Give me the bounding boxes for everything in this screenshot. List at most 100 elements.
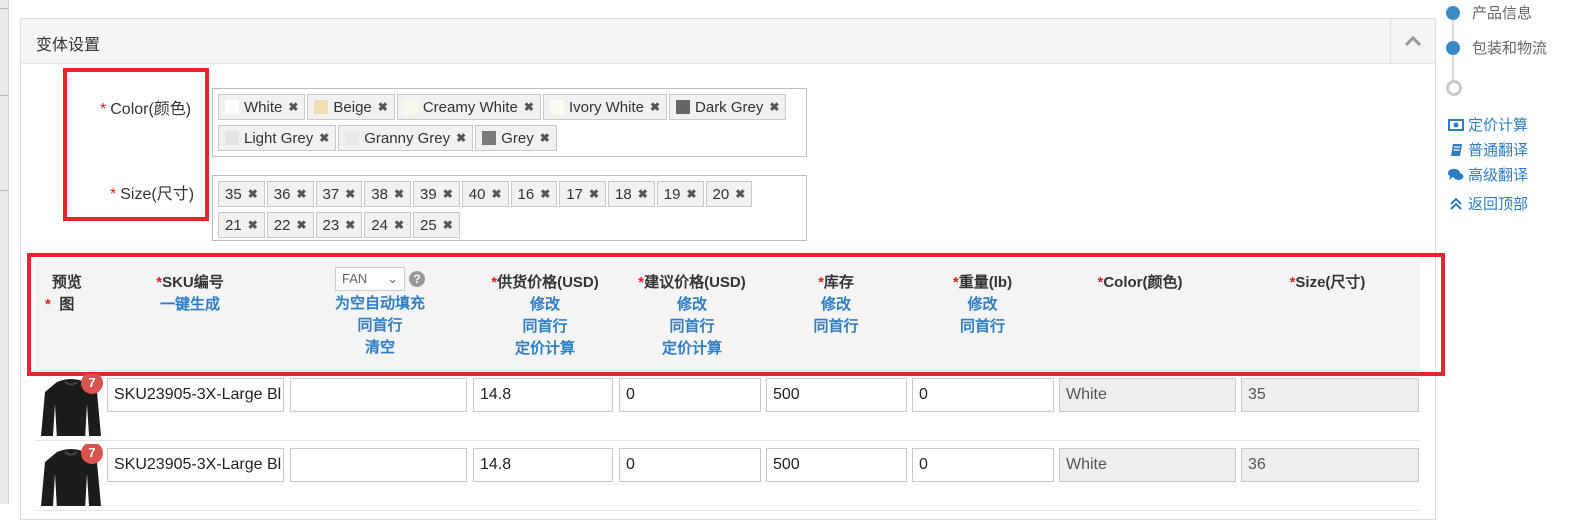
color-tag[interactable]: Grey ✖ bbox=[475, 125, 557, 151]
remove-icon[interactable]: ✖ bbox=[589, 187, 599, 201]
remove-icon[interactable]: ✖ bbox=[394, 218, 404, 232]
fan-input[interactable] bbox=[290, 378, 467, 412]
weight-input[interactable]: 0 bbox=[912, 378, 1054, 412]
size-tag[interactable]: 37 ✖ bbox=[315, 181, 363, 207]
size-tag-label: 36 bbox=[273, 185, 291, 203]
remove-icon[interactable]: ✖ bbox=[296, 218, 306, 232]
remove-icon[interactable]: ✖ bbox=[296, 187, 306, 201]
color-swatch bbox=[345, 131, 360, 145]
stock-input[interactable]: 500 bbox=[766, 448, 907, 482]
remove-icon[interactable]: ✖ bbox=[319, 131, 329, 145]
color-tag-label: Grey bbox=[501, 129, 534, 147]
stock-input[interactable]: 500 bbox=[766, 378, 907, 412]
remove-icon[interactable]: ✖ bbox=[524, 100, 534, 114]
size-tag[interactable]: 19 ✖ bbox=[656, 181, 704, 207]
size-tag[interactable]: 16 ✖ bbox=[510, 181, 558, 207]
panel-title: 变体设置 bbox=[36, 37, 101, 54]
fan-input[interactable] bbox=[290, 448, 467, 482]
size-tag[interactable]: 18 ✖ bbox=[608, 181, 655, 207]
color-readonly: White bbox=[1059, 448, 1236, 482]
pricing-calc-link[interactable]: 定价计算 bbox=[1448, 114, 1528, 135]
color-tag-label: White bbox=[244, 98, 283, 116]
weight-input[interactable]: 0 bbox=[912, 448, 1054, 482]
color-swatch bbox=[225, 131, 239, 145]
money-icon bbox=[1448, 118, 1464, 131]
sku-input[interactable]: SKU23905-3X-Large Bl bbox=[107, 378, 284, 412]
size-tag[interactable]: 40 ✖ bbox=[461, 181, 509, 207]
size-tag-label: 17 bbox=[566, 185, 583, 203]
size-tag-label: 21 bbox=[225, 216, 242, 234]
size-tag-label: 20 bbox=[712, 185, 730, 203]
size-tag[interactable]: 17 ✖ bbox=[559, 181, 606, 207]
size-tag[interactable]: 35 ✖ bbox=[218, 181, 265, 207]
normal-translate-link[interactable]: 普通翻译 bbox=[1448, 139, 1528, 160]
supply-price-input[interactable]: 14.8 bbox=[473, 378, 613, 412]
size-tag[interactable]: 24 ✖ bbox=[364, 212, 411, 238]
remove-icon[interactable]: ✖ bbox=[288, 100, 298, 114]
remove-icon[interactable]: ✖ bbox=[540, 131, 550, 145]
size-tag[interactable]: 39 ✖ bbox=[413, 181, 460, 207]
size-tag-label: 38 bbox=[371, 185, 388, 203]
color-swatch bbox=[549, 100, 564, 114]
product-thumbnail[interactable]: 7 bbox=[35, 374, 107, 436]
supply-price-input[interactable]: 14.8 bbox=[473, 448, 613, 482]
remove-icon[interactable]: ✖ bbox=[638, 187, 648, 201]
color-tag[interactable]: Granny Grey ✖ bbox=[338, 125, 474, 151]
remove-icon[interactable]: ✖ bbox=[345, 218, 355, 232]
color-tag[interactable]: Beige ✖ bbox=[307, 94, 395, 120]
size-tag-label: 24 bbox=[371, 216, 388, 234]
color-tag[interactable]: Dark Grey ✖ bbox=[669, 94, 787, 120]
color-tag[interactable]: Ivory White ✖ bbox=[542, 94, 668, 120]
remove-icon[interactable]: ✖ bbox=[650, 100, 660, 114]
step-product-info[interactable]: 产品信息 bbox=[1446, 2, 1532, 23]
size-tag-label: 19 bbox=[663, 185, 681, 203]
remove-icon[interactable]: ✖ bbox=[686, 187, 696, 201]
size-tag[interactable]: 23 ✖ bbox=[315, 212, 363, 238]
color-tag[interactable]: White ✖ bbox=[218, 94, 306, 120]
sku-input[interactable]: SKU23905-3X-Large Bl bbox=[107, 448, 284, 482]
color-tag[interactable]: Creamy White ✖ bbox=[396, 94, 541, 120]
remove-icon[interactable]: ✖ bbox=[345, 187, 355, 201]
color-tag[interactable]: Light Grey ✖ bbox=[218, 125, 337, 151]
suggest-price-input[interactable]: 0 bbox=[619, 448, 761, 482]
color-swatch bbox=[314, 100, 329, 114]
size-tag[interactable]: 25 ✖ bbox=[413, 212, 460, 238]
size-tag-label: 23 bbox=[322, 216, 340, 234]
remove-icon[interactable]: ✖ bbox=[735, 187, 745, 201]
product-thumbnail[interactable]: 7 bbox=[35, 444, 107, 506]
remove-icon[interactable]: ✖ bbox=[769, 100, 779, 114]
step-dot-icon bbox=[1446, 40, 1460, 55]
size-tag-label: 16 bbox=[517, 185, 535, 203]
suggest-price-input[interactable]: 0 bbox=[619, 378, 761, 412]
remove-icon[interactable]: ✖ bbox=[443, 218, 453, 232]
size-tag[interactable]: 36 ✖ bbox=[266, 181, 314, 207]
size-tag-label: 37 bbox=[322, 185, 340, 203]
remove-icon[interactable]: ✖ bbox=[378, 100, 388, 114]
size-readonly: 35 bbox=[1241, 378, 1419, 412]
advanced-translate-link[interactable]: 高级翻译 bbox=[1448, 164, 1528, 185]
size-tag[interactable]: 21 ✖ bbox=[218, 212, 265, 238]
remove-icon[interactable]: ✖ bbox=[456, 131, 466, 145]
size-tag-input[interactable]: 35 ✖ 36 ✖ 37 ✖ 38 ✖ 39 ✖ 40 ✖ 16 ✖ 17 ✖ 18 ✖ 19 ✖ 20 ✖ 21 ✖ 22 ✖ 2… bbox=[212, 175, 807, 241]
left-edge-strip bbox=[0, 0, 9, 504]
chevron-up-icon bbox=[1405, 36, 1421, 46]
remove-icon[interactable]: ✖ bbox=[540, 187, 550, 201]
table-row: 7 SKU23905-3X-Large Bl 14.8 0 500 0 Whit… bbox=[35, 440, 1420, 511]
remove-icon[interactable]: ✖ bbox=[248, 218, 258, 232]
color-tag-label: Granny Grey bbox=[364, 129, 451, 147]
size-readonly: 36 bbox=[1241, 448, 1419, 482]
size-tag[interactable]: 38 ✖ bbox=[364, 181, 411, 207]
color-tag-input[interactable]: White ✖ Beige ✖ Creamy White ✖ Ivory White ✖ Dar… bbox=[212, 88, 807, 157]
color-tag-label: Creamy White bbox=[422, 98, 518, 116]
remove-icon[interactable]: ✖ bbox=[248, 187, 258, 201]
remove-icon[interactable]: ✖ bbox=[491, 187, 501, 201]
remove-icon[interactable]: ✖ bbox=[394, 187, 404, 201]
remove-icon[interactable]: ✖ bbox=[443, 187, 453, 201]
double-chevron-up-icon bbox=[1448, 197, 1464, 211]
collapse-button[interactable] bbox=[1390, 19, 1435, 63]
back-to-top-link[interactable]: 返回顶部 bbox=[1448, 193, 1528, 214]
color-tag-label: Dark Grey bbox=[695, 98, 764, 116]
step-packaging-logistics[interactable]: 包装和物流 bbox=[1446, 37, 1547, 58]
size-tag[interactable]: 20 ✖ bbox=[705, 181, 753, 207]
size-tag[interactable]: 22 ✖ bbox=[266, 212, 314, 238]
